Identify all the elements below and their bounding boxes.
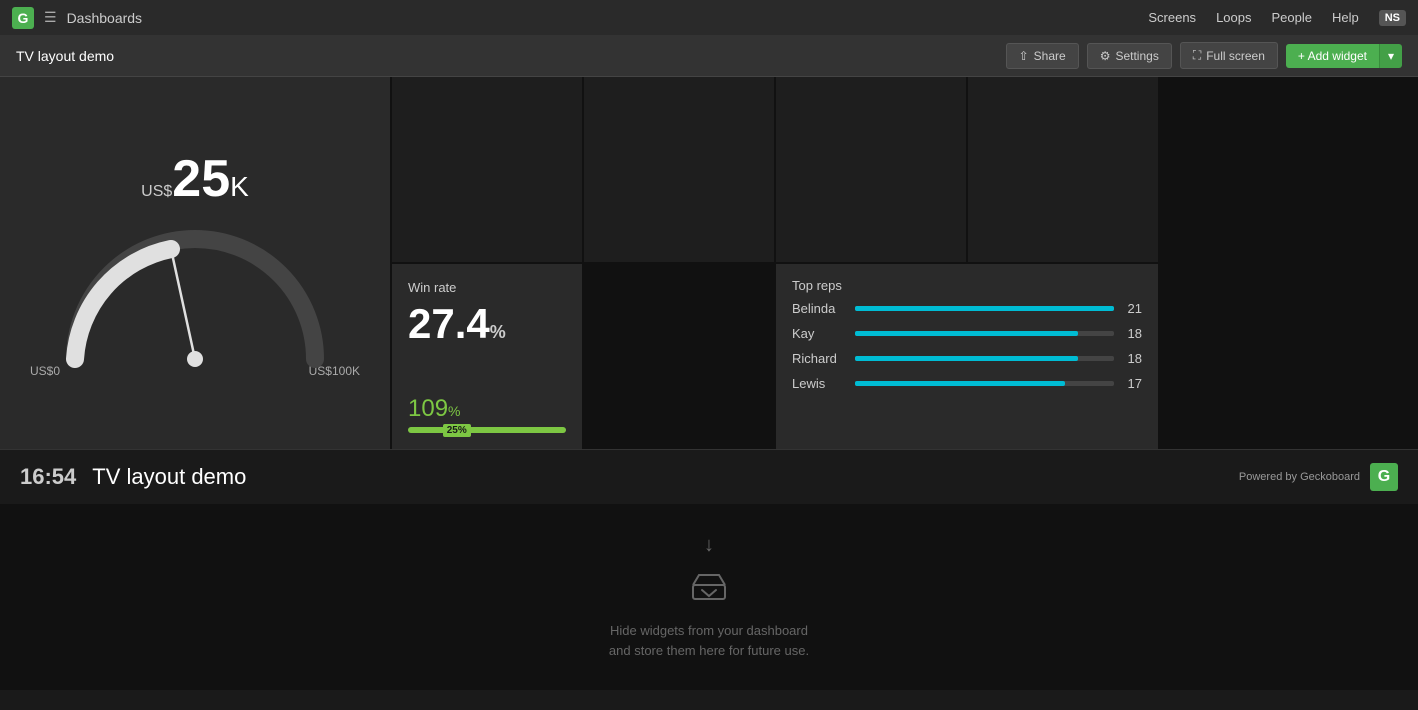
user-badge[interactable]: NS	[1379, 10, 1406, 26]
rep-name: Belinda	[792, 301, 847, 316]
fullscreen-button[interactable]: ⛶ Full screen	[1180, 42, 1278, 69]
rep-row: Kay 18	[792, 326, 1142, 341]
rep-row: Belinda 21	[792, 301, 1142, 316]
gauge-number: 25	[172, 150, 230, 208]
top-nav: G ☰ Dashboards Screens Loops People Help…	[0, 0, 1418, 35]
progress-bar-fill	[408, 427, 566, 433]
footer-g-logo: G	[1370, 463, 1398, 491]
winrate-value: 27.4%	[408, 303, 566, 345]
hamburger-icon[interactable]: ☰	[44, 9, 57, 26]
progress-bar-marker: 25%	[443, 424, 471, 437]
gauge-svg-container	[55, 214, 335, 374]
gauge-value-display: US$25K	[141, 149, 249, 209]
powered-by-text: Powered by Geckoboard	[1239, 471, 1360, 483]
rep-name: Lewis	[792, 376, 847, 391]
nav-loops-link[interactable]: Loops	[1216, 10, 1251, 25]
share-button[interactable]: ⇧ Share	[1006, 43, 1079, 69]
add-widget-dropdown-button[interactable]: ▾	[1379, 44, 1402, 68]
sub-nav-actions: ⇧ Share ⚙ Settings ⛶ Full screen + Add w…	[1006, 42, 1402, 69]
winrate-pct: %	[490, 322, 506, 342]
widget-grid: US$25K US$0 US$100K	[0, 77, 1418, 449]
rep-name: Kay	[792, 326, 847, 341]
storage-area: ↓ Hide widgets from your dashboard and s…	[0, 504, 1418, 690]
nav-left: G ☰ Dashboards	[12, 7, 142, 29]
nav-help-link[interactable]: Help	[1332, 10, 1359, 25]
footer-dashboard-title: TV layout demo	[92, 464, 246, 490]
rep-bar-fill	[855, 356, 1078, 361]
empty-widget-2	[584, 77, 774, 262]
rep-bar-container	[855, 306, 1114, 311]
empty-widget-1	[392, 77, 582, 262]
footer-bar: 16:54 TV layout demo Powered by Geckoboa…	[0, 449, 1418, 504]
rep-row: Richard 18	[792, 351, 1142, 366]
storage-arrow-icon: ↓	[704, 534, 714, 557]
footer-left: 16:54 TV layout demo	[20, 464, 246, 490]
nav-people-link[interactable]: People	[1271, 10, 1311, 25]
rep-bar-fill	[855, 381, 1065, 386]
sub-nav: TV layout demo ⇧ Share ⚙ Settings ⛶ Full…	[0, 35, 1418, 77]
progress-bar: 25%	[408, 427, 566, 433]
dashboard-area: US$25K US$0 US$100K	[0, 77, 1418, 504]
gauge-prefix: US$	[141, 183, 172, 200]
empty-widget-3	[776, 77, 966, 262]
footer-time: 16:54	[20, 464, 76, 490]
settings-button[interactable]: ⚙ Settings	[1087, 43, 1172, 69]
rep-row: Lewis 17	[792, 376, 1142, 391]
topreps-label: Top reps	[792, 278, 1142, 293]
rep-value: 17	[1122, 376, 1142, 391]
rep-name: Richard	[792, 351, 847, 366]
rep-bar-container	[855, 356, 1114, 361]
winrate-widget: Win rate 27.4% 109% 25%	[392, 264, 582, 449]
gauge-widget: US$25K US$0 US$100K	[0, 77, 390, 449]
gauge-suffix: K	[230, 171, 249, 202]
topreps-widget: Top reps Belinda 21 Kay 18 Richard 18 Le…	[776, 264, 1158, 449]
winrate-label: Win rate	[408, 280, 566, 295]
gauge-svg	[55, 214, 335, 374]
add-widget-button[interactable]: + Add widget	[1286, 44, 1379, 68]
rep-bar-container	[855, 381, 1114, 386]
nav-title: Dashboards	[67, 10, 143, 26]
storage-inbox-icon	[689, 567, 729, 611]
rep-bar-fill	[855, 331, 1078, 336]
storage-description: Hide widgets from your dashboard and sto…	[609, 621, 809, 660]
rep-bar-fill	[855, 306, 1114, 311]
nav-right: Screens Loops People Help NS	[1148, 10, 1406, 26]
add-widget-group: + Add widget ▾	[1286, 44, 1402, 68]
nav-screens-link[interactable]: Screens	[1148, 10, 1196, 25]
dashboard-title: TV layout demo	[16, 48, 114, 64]
winrate-bottom: 109% 25%	[408, 395, 566, 433]
rep-value: 21	[1122, 301, 1142, 316]
share-icon: ⇧	[1019, 49, 1029, 63]
g-logo-icon[interactable]: G	[12, 7, 34, 29]
footer-right: Powered by Geckoboard G	[1239, 463, 1398, 491]
winrate-secondary-value: 109%	[408, 395, 566, 423]
settings-icon: ⚙	[1100, 49, 1111, 63]
empty-widget-4	[968, 77, 1158, 262]
fullscreen-icon: ⛶	[1193, 48, 1201, 63]
rep-bar-container	[855, 331, 1114, 336]
rep-list: Belinda 21 Kay 18 Richard 18 Lewis 17	[792, 301, 1142, 391]
rep-value: 18	[1122, 326, 1142, 341]
inbox-svg	[689, 567, 729, 603]
rep-value: 18	[1122, 351, 1142, 366]
